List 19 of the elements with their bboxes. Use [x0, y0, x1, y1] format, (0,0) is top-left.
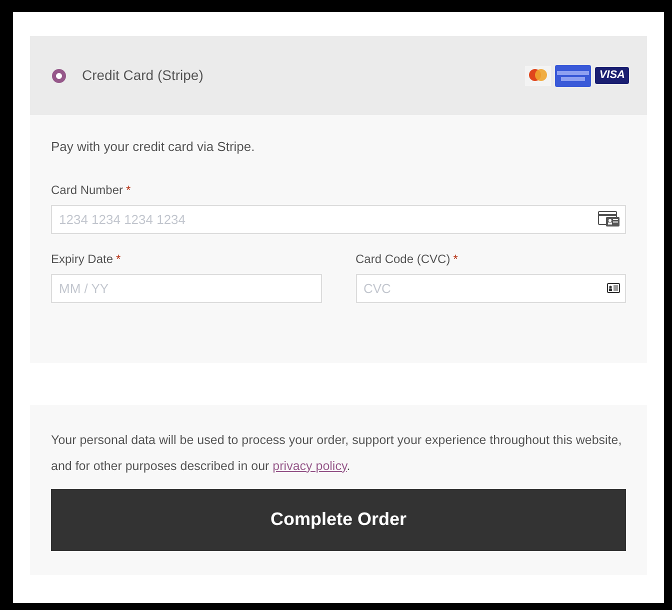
input-field[interactable]: CVC — [356, 274, 626, 302]
credit-card-icon — [598, 211, 620, 227]
required-mark: * — [453, 252, 458, 266]
field-label: Card Code (CVC) — [356, 252, 450, 266]
input-field[interactable]: MM / YY — [51, 274, 322, 302]
radio-button[interactable] — [52, 68, 66, 82]
description-text: Pay with your credit card via Stripe. — [51, 138, 256, 156]
complete-order-button[interactable]: Complete Order — [51, 488, 626, 550]
field-label: Card Number — [51, 182, 124, 196]
required-mark: * — [116, 252, 121, 266]
required-mark: * — [126, 182, 131, 196]
visa-logo: VISA — [595, 67, 629, 84]
cvc-card-icon — [607, 283, 620, 293]
field-label: Expiry Date — [51, 252, 114, 266]
privacy-notice: Your personal data will be used to process your order, support your experience throughout this website, and for other purposes described in our privacy policy. — [51, 432, 623, 475]
payment-method-label: Credit Card (Stripe) — [82, 66, 204, 85]
privacy-policy-link[interactable]: privacy policy — [272, 458, 347, 472]
input-field[interactable]: 1234 1234 1234 1234 — [51, 204, 626, 234]
mastercard-logo-icon — [525, 66, 552, 86]
